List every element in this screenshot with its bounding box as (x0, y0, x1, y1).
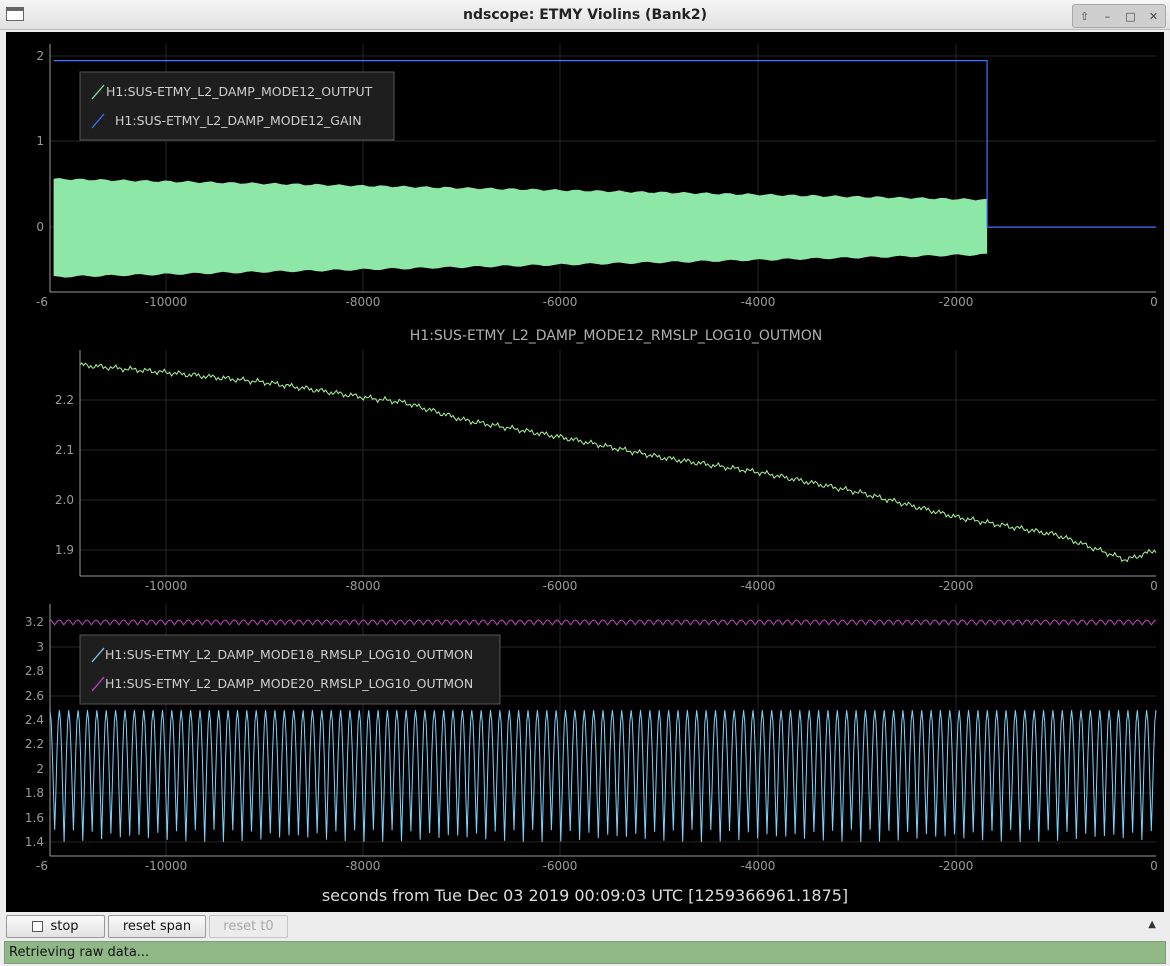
plot-1[interactable]: 2 1 0 -6 -10000 -8000 -6000 -4000 -2000 … (36, 44, 1158, 309)
window-controls: ⇧ – □ ✕ (1072, 4, 1166, 28)
stop-button[interactable]: stop (6, 915, 105, 938)
status-bar: Retrieving raw data... (4, 941, 1166, 964)
mode12-rms-series (79, 362, 1157, 563)
p3-ytick: 2.6 (25, 689, 44, 703)
p3-legend[interactable]: H1:SUS-ETMY_L2_DAMP_MODE18_RMSLP_LOG10_O… (79, 634, 501, 705)
mode20-series (49, 619, 1157, 626)
p3-xtick: -8000 (346, 859, 381, 873)
reset-span-label: reset span (122, 919, 192, 934)
p3-ytick: 2.2 (25, 737, 44, 751)
plots-svg: 2 1 0 -6 -10000 -8000 -6000 -4000 -2000 … (25, 44, 1158, 905)
p3-xtick: -4000 (741, 859, 776, 873)
reset-span-button[interactable]: reset span (108, 915, 206, 938)
maximize-icon[interactable]: □ (1121, 10, 1141, 23)
p1-xtick: -4000 (741, 295, 776, 309)
minimize-icon[interactable]: – (1098, 10, 1118, 23)
window-titlebar[interactable]: ndscope: ETMY Violins (Bank2) ⇧ – □ ✕ (0, 0, 1170, 30)
p3-ytick: 1.4 (25, 835, 44, 849)
shade-icon[interactable]: ⇧ (1075, 10, 1095, 23)
output-series (53, 178, 988, 278)
p3-xtick: -6000 (543, 859, 578, 873)
p2-xtick: -4000 (741, 579, 776, 593)
p1-ytick: 1 (36, 134, 44, 148)
plot-2[interactable]: H1:SUS-ETMY_L2_DAMP_MODE12_RMSLP_LOG10_O… (55, 328, 1158, 593)
p2-xtick: -10000 (145, 579, 188, 593)
p2-ytick: 2.2 (55, 393, 74, 407)
p2-ytick: 1.9 (55, 543, 74, 557)
p3-ytick: 2.8 (25, 664, 44, 678)
stop-button-label: stop (50, 919, 79, 934)
p2-xtick: -8000 (346, 579, 381, 593)
p3-xtick: 0 (1150, 859, 1158, 873)
toolbar: stop reset span reset t0 ▲ (0, 913, 1170, 940)
legend-mode18: H1:SUS-ETMY_L2_DAMP_MODE18_RMSLP_LOG10_O… (105, 647, 473, 662)
legend-mode20: H1:SUS-ETMY_L2_DAMP_MODE20_RMSLP_LOG10_O… (105, 676, 473, 691)
p2-ytick: 2.1 (55, 443, 74, 457)
p3-xtick: -2000 (939, 859, 974, 873)
p3-ytick: 2.4 (25, 713, 44, 727)
p1-xtick: -6 (36, 295, 48, 309)
p1-ytick: 0 (36, 220, 44, 234)
p2-ytick: 2.0 (55, 493, 74, 507)
p3-ytick: 2 (36, 762, 44, 776)
p1-xtick: -2000 (939, 295, 974, 309)
p1-xtick: -6000 (543, 295, 578, 309)
plot-3[interactable]: 3.2 3 2.8 2.6 2.4 2.2 2 1.8 1.6 1.4 -6 -… (25, 604, 1158, 905)
legend-gain: H1:SUS-ETMY_L2_DAMP_MODE12_GAIN (115, 113, 362, 128)
window-title: ndscope: ETMY Violins (Bank2) (463, 7, 707, 23)
p3-ytick: 1.6 (25, 811, 44, 825)
p1-xtick: -10000 (145, 295, 188, 309)
stop-checkbox[interactable] (32, 921, 44, 932)
p1-ytick: 2 (36, 49, 44, 63)
reset-t0-label: reset t0 (223, 919, 274, 934)
p2-xtick: -6000 (543, 579, 578, 593)
legend-output: H1:SUS-ETMY_L2_DAMP_MODE12_OUTPUT (106, 84, 373, 99)
status-text: Retrieving raw data... (9, 945, 150, 960)
p1-legend[interactable]: H1:SUS-ETMY_L2_DAMP_MODE12_OUTPUT H1:SUS… (79, 71, 395, 141)
p3-ytick: 1.8 (25, 786, 44, 800)
reset-t0-button[interactable]: reset t0 (209, 915, 288, 938)
x-axis-label: seconds from Tue Dec 03 2019 00:09:03 UT… (322, 886, 848, 905)
scope-area: 2 1 0 -6 -10000 -8000 -6000 -4000 -2000 … (6, 32, 1164, 912)
p2-xtick: 0 (1150, 579, 1158, 593)
p1-xtick: 0 (1150, 295, 1158, 309)
p1-xtick: -8000 (346, 295, 381, 309)
mode18-series (49, 710, 1157, 843)
p3-ytick: 3 (36, 640, 44, 654)
p2-title: H1:SUS-ETMY_L2_DAMP_MODE12_RMSLP_LOG10_O… (410, 328, 822, 344)
p3-xtick: -6 (36, 859, 48, 873)
collapse-arrow-icon[interactable]: ▲ (1148, 919, 1156, 930)
p3-xtick: -10000 (145, 859, 188, 873)
p2-xtick: -2000 (939, 579, 974, 593)
p3-ytick: 3.2 (25, 615, 44, 629)
close-icon[interactable]: ✕ (1144, 10, 1164, 23)
